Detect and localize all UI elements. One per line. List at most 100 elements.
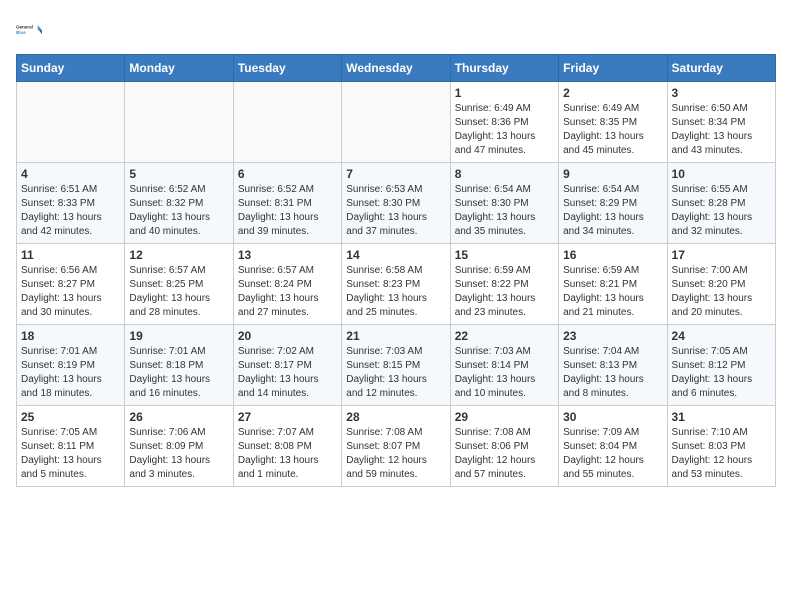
day-cell: 13 Sunrise: 6:57 AMSunset: 8:24 PMDayligh… bbox=[233, 244, 341, 325]
week-row-1: 1 Sunrise: 6:49 AMSunset: 8:36 PMDaylight… bbox=[17, 82, 776, 163]
day-cell bbox=[125, 82, 233, 163]
day-cell: 29 Sunrise: 7:08 AMSunset: 8:06 PMDayligh… bbox=[450, 406, 558, 487]
week-row-3: 11Sunrise: 6:56 AMSunset: 8:27 PMDayligh… bbox=[17, 244, 776, 325]
day-info: Sunrise: 6:51 AMSunset: 8:33 PMDaylight:… bbox=[21, 183, 120, 239]
day-info: Sunrise: 6:53 AMSunset: 8:30 PMDaylight:… bbox=[346, 183, 445, 239]
day-number: 16 bbox=[563, 248, 662, 262]
col-header-wednesday: Wednesday bbox=[342, 55, 450, 82]
day-info: Sunrise: 6:59 AMSunset: 8:22 PMDaylight:… bbox=[455, 264, 554, 320]
logo-icon: GeneralBlue bbox=[16, 16, 44, 44]
day-number: 3 bbox=[672, 86, 771, 100]
col-header-monday: Monday bbox=[125, 55, 233, 82]
svg-text:Blue: Blue bbox=[16, 30, 26, 35]
day-info: Sunrise: 7:10 AMSunset: 8:03 PMDaylight:… bbox=[672, 426, 771, 482]
day-number: 29 bbox=[455, 410, 554, 424]
day-info: Sunrise: 6:54 AMSunset: 8:30 PMDaylight:… bbox=[455, 183, 554, 239]
day-cell: 23 Sunrise: 7:04 AMSunset: 8:13 PMDayligh… bbox=[559, 325, 667, 406]
day-number: 7 bbox=[346, 167, 445, 181]
header: GeneralBlue bbox=[16, 16, 776, 44]
calendar-header-row: SundayMondayTuesdayWednesdayThursdayFrid… bbox=[17, 55, 776, 82]
col-header-tuesday: Tuesday bbox=[233, 55, 341, 82]
day-cell: 19 Sunrise: 7:01 AMSunset: 8:18 PMDayligh… bbox=[125, 325, 233, 406]
week-row-2: 4 Sunrise: 6:51 AMSunset: 8:33 PMDaylight… bbox=[17, 163, 776, 244]
day-cell: 1 Sunrise: 6:49 AMSunset: 8:36 PMDaylight… bbox=[450, 82, 558, 163]
day-info: Sunrise: 7:08 AMSunset: 8:06 PMDaylight:… bbox=[455, 426, 554, 482]
day-number: 24 bbox=[672, 329, 771, 343]
day-info: Sunrise: 6:49 AMSunset: 8:36 PMDaylight:… bbox=[455, 102, 554, 158]
day-cell: 15 Sunrise: 6:59 AMSunset: 8:22 PMDayligh… bbox=[450, 244, 558, 325]
day-cell bbox=[342, 82, 450, 163]
day-number: 19 bbox=[129, 329, 228, 343]
day-number: 5 bbox=[129, 167, 228, 181]
day-info: Sunrise: 6:55 AMSunset: 8:28 PMDaylight:… bbox=[672, 183, 771, 239]
col-header-saturday: Saturday bbox=[667, 55, 775, 82]
day-number: 8 bbox=[455, 167, 554, 181]
col-header-thursday: Thursday bbox=[450, 55, 558, 82]
day-info: Sunrise: 6:49 AMSunset: 8:35 PMDaylight:… bbox=[563, 102, 662, 158]
day-info: Sunrise: 6:57 AMSunset: 8:25 PMDaylight:… bbox=[129, 264, 228, 320]
day-cell: 21Sunrise: 7:03 AMSunset: 8:15 PMDayligh… bbox=[342, 325, 450, 406]
day-number: 12 bbox=[129, 248, 228, 262]
day-info: Sunrise: 6:59 AMSunset: 8:21 PMDaylight:… bbox=[563, 264, 662, 320]
day-cell: 20 Sunrise: 7:02 AMSunset: 8:17 PMDayligh… bbox=[233, 325, 341, 406]
day-info: Sunrise: 7:03 AMSunset: 8:14 PMDaylight:… bbox=[455, 345, 554, 401]
day-cell: 14 Sunrise: 6:58 AMSunset: 8:23 PMDayligh… bbox=[342, 244, 450, 325]
day-number: 26 bbox=[129, 410, 228, 424]
svg-text:General: General bbox=[16, 25, 33, 30]
day-cell: 3Sunrise: 6:50 AMSunset: 8:34 PMDaylight… bbox=[667, 82, 775, 163]
col-header-friday: Friday bbox=[559, 55, 667, 82]
day-number: 18 bbox=[21, 329, 120, 343]
day-cell: 30 Sunrise: 7:09 AMSunset: 8:04 PMDayligh… bbox=[559, 406, 667, 487]
day-info: Sunrise: 7:07 AMSunset: 8:08 PMDaylight:… bbox=[238, 426, 337, 482]
day-cell: 10Sunrise: 6:55 AMSunset: 8:28 PMDayligh… bbox=[667, 163, 775, 244]
day-number: 9 bbox=[563, 167, 662, 181]
day-number: 2 bbox=[563, 86, 662, 100]
day-cell: 7 Sunrise: 6:53 AMSunset: 8:30 PMDaylight… bbox=[342, 163, 450, 244]
day-cell: 17Sunrise: 7:00 AMSunset: 8:20 PMDayligh… bbox=[667, 244, 775, 325]
day-number: 22 bbox=[455, 329, 554, 343]
day-cell: 16 Sunrise: 6:59 AMSunset: 8:21 PMDayligh… bbox=[559, 244, 667, 325]
day-number: 27 bbox=[238, 410, 337, 424]
day-number: 1 bbox=[455, 86, 554, 100]
day-info: Sunrise: 7:01 AMSunset: 8:19 PMDaylight:… bbox=[21, 345, 120, 401]
day-number: 6 bbox=[238, 167, 337, 181]
day-info: Sunrise: 6:58 AMSunset: 8:23 PMDaylight:… bbox=[346, 264, 445, 320]
day-info: Sunrise: 7:05 AMSunset: 8:12 PMDaylight:… bbox=[672, 345, 771, 401]
day-cell: 25Sunrise: 7:05 AMSunset: 8:11 PMDayligh… bbox=[17, 406, 125, 487]
day-number: 4 bbox=[21, 167, 120, 181]
col-header-sunday: Sunday bbox=[17, 55, 125, 82]
day-info: Sunrise: 7:05 AMSunset: 8:11 PMDaylight:… bbox=[21, 426, 120, 482]
day-cell: 5 Sunrise: 6:52 AMSunset: 8:32 PMDaylight… bbox=[125, 163, 233, 244]
day-number: 15 bbox=[455, 248, 554, 262]
day-info: Sunrise: 6:52 AMSunset: 8:31 PMDaylight:… bbox=[238, 183, 337, 239]
day-cell: 31Sunrise: 7:10 AMSunset: 8:03 PMDayligh… bbox=[667, 406, 775, 487]
day-number: 13 bbox=[238, 248, 337, 262]
day-info: Sunrise: 6:56 AMSunset: 8:27 PMDaylight:… bbox=[21, 264, 120, 320]
day-number: 14 bbox=[346, 248, 445, 262]
day-number: 23 bbox=[563, 329, 662, 343]
day-info: Sunrise: 7:02 AMSunset: 8:17 PMDaylight:… bbox=[238, 345, 337, 401]
day-info: Sunrise: 7:09 AMSunset: 8:04 PMDaylight:… bbox=[563, 426, 662, 482]
day-number: 30 bbox=[563, 410, 662, 424]
day-number: 17 bbox=[672, 248, 771, 262]
day-info: Sunrise: 7:03 AMSunset: 8:15 PMDaylight:… bbox=[346, 345, 445, 401]
day-cell bbox=[233, 82, 341, 163]
calendar-table: SundayMondayTuesdayWednesdayThursdayFrid… bbox=[16, 54, 776, 487]
day-cell: 26Sunrise: 7:06 AMSunset: 8:09 PMDayligh… bbox=[125, 406, 233, 487]
day-cell: 6 Sunrise: 6:52 AMSunset: 8:31 PMDaylight… bbox=[233, 163, 341, 244]
day-cell: 4 Sunrise: 6:51 AMSunset: 8:33 PMDaylight… bbox=[17, 163, 125, 244]
day-cell: 9 Sunrise: 6:54 AMSunset: 8:29 PMDaylight… bbox=[559, 163, 667, 244]
day-cell: 18 Sunrise: 7:01 AMSunset: 8:19 PMDayligh… bbox=[17, 325, 125, 406]
day-info: Sunrise: 6:57 AMSunset: 8:24 PMDaylight:… bbox=[238, 264, 337, 320]
day-cell: 2 Sunrise: 6:49 AMSunset: 8:35 PMDaylight… bbox=[559, 82, 667, 163]
day-info: Sunrise: 7:01 AMSunset: 8:18 PMDaylight:… bbox=[129, 345, 228, 401]
day-cell: 24 Sunrise: 7:05 AMSunset: 8:12 PMDayligh… bbox=[667, 325, 775, 406]
day-cell: 28Sunrise: 7:08 AMSunset: 8:07 PMDayligh… bbox=[342, 406, 450, 487]
day-cell: 11Sunrise: 6:56 AMSunset: 8:27 PMDayligh… bbox=[17, 244, 125, 325]
day-info: Sunrise: 6:54 AMSunset: 8:29 PMDaylight:… bbox=[563, 183, 662, 239]
day-number: 20 bbox=[238, 329, 337, 343]
day-number: 28 bbox=[346, 410, 445, 424]
logo: GeneralBlue bbox=[16, 16, 44, 44]
day-info: Sunrise: 7:04 AMSunset: 8:13 PMDaylight:… bbox=[563, 345, 662, 401]
day-info: Sunrise: 6:52 AMSunset: 8:32 PMDaylight:… bbox=[129, 183, 228, 239]
